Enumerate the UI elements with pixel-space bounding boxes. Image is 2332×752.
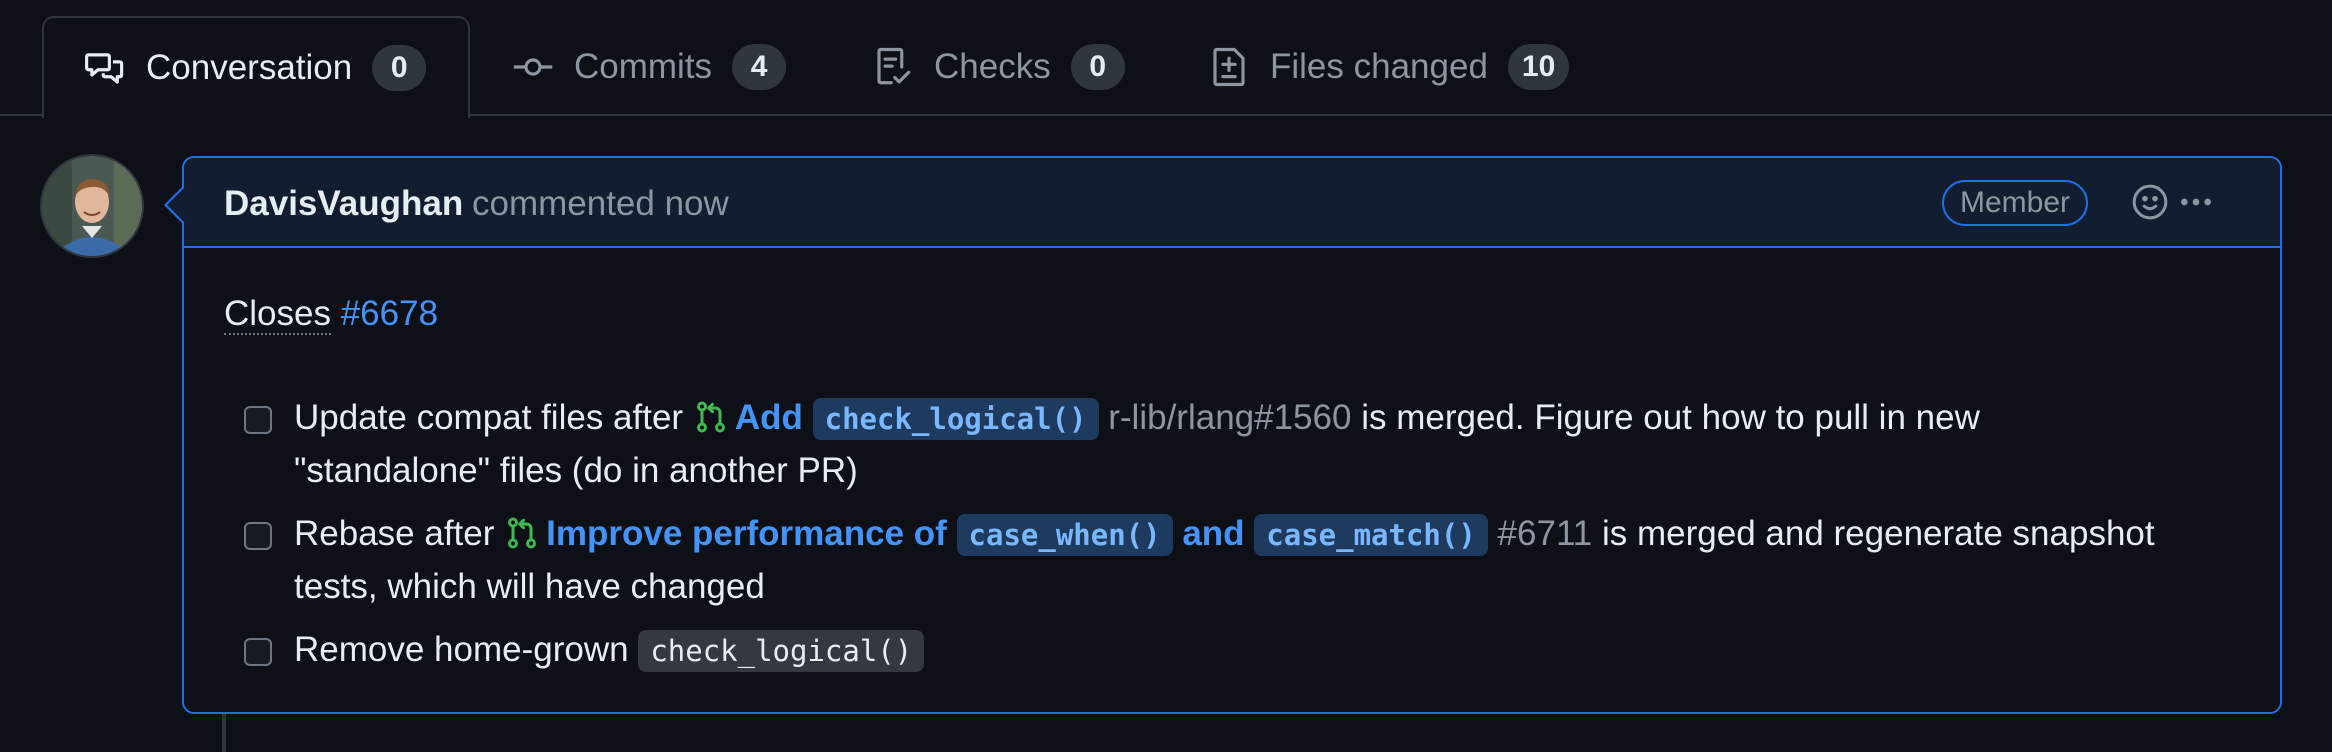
git-commit-icon [512, 46, 554, 88]
task-checkbox[interactable] [244, 522, 272, 550]
tab-counter: 10 [1507, 44, 1570, 90]
task-text-suffix: is merged and regenerate snapshot [1602, 514, 2155, 553]
comment-header: DavisVaughan commented now Member [184, 158, 2280, 248]
file-diff-icon [1208, 46, 1250, 88]
tab-counter: 0 [372, 45, 427, 91]
task-text: Remove home-grown check_logical() [294, 624, 2224, 677]
pr-link-title[interactable]: Improve performance of [546, 514, 947, 553]
task-checkbox[interactable] [244, 406, 272, 434]
task-checkbox[interactable] [244, 638, 272, 666]
pr-link-title[interactable]: Add [735, 398, 803, 437]
tab-files-changed[interactable]: Files changed 10 [1208, 18, 1570, 116]
task-list-item: Remove home-grown check_logical() [244, 624, 2224, 677]
tab-checks[interactable]: Checks 0 [872, 18, 1125, 116]
pr-link-title-and[interactable]: and [1182, 514, 1244, 553]
closes-keyword: Closes [224, 294, 331, 335]
pr-reference: #6711 [1497, 514, 1593, 553]
comment-caret-fill [167, 188, 184, 222]
task-text: Update compat files after Add check_logi… [294, 392, 2224, 497]
task-list-item: Update compat files after Add check_logi… [244, 392, 2224, 497]
task-list-item: Rebase after Improve performance of case… [244, 508, 2224, 613]
timeline-rail [222, 712, 226, 752]
inline-code: check_logical() [638, 630, 925, 672]
tab-label: Conversation [146, 48, 353, 87]
pr-link-code[interactable]: case_when() [956, 514, 1173, 556]
comment-timestamp[interactable]: commented now [472, 184, 729, 224]
avatar[interactable] [40, 154, 144, 258]
git-pull-request-icon [508, 517, 537, 549]
tab-label: Files changed [1270, 47, 1488, 86]
task-text-prefix: Rebase after [294, 514, 495, 553]
tab-counter: 0 [1070, 44, 1125, 90]
task-text-continuation: "standalone" files (do in another PR) [294, 451, 858, 490]
kebab-horizontal-icon[interactable] [2174, 180, 2218, 224]
comment-discussion-icon [84, 47, 126, 89]
task-text-continuation: tests, which will have changed [294, 567, 765, 606]
tab-counter: 4 [732, 44, 787, 90]
smiley-icon[interactable] [2128, 180, 2172, 224]
pr-link-code[interactable]: check_logical() [812, 398, 1099, 440]
pr-tab-bar: Conversation 0 Commits 4 Checks 0 Files … [0, 0, 2332, 118]
task-text-prefix: Remove home-grown [294, 630, 629, 669]
task-text-prefix: Update compat files after [294, 398, 684, 437]
tab-commits[interactable]: Commits 4 [512, 18, 787, 116]
pr-link-code[interactable]: case_match() [1254, 514, 1488, 556]
tab-label: Commits [574, 47, 713, 86]
pr-reference: r-lib/rlang#1560 [1108, 398, 1352, 437]
checklist-icon [872, 46, 914, 88]
git-pull-request-icon [696, 401, 725, 433]
closes-issue-link[interactable]: #6678 [341, 294, 438, 333]
role-badge: Member [1942, 180, 2089, 226]
closes-line: Closes #6678 [224, 294, 438, 335]
comment-author[interactable]: DavisVaughan [224, 184, 463, 224]
tab-label: Checks [934, 47, 1051, 86]
comment-box: DavisVaughan commented now Member Closes… [182, 156, 2282, 714]
task-text-suffix: is merged. Figure out how to pull in new [1361, 398, 1980, 437]
task-text: Rebase after Improve performance of case… [294, 508, 2224, 613]
tab-conversation[interactable]: Conversation 0 [42, 16, 470, 118]
